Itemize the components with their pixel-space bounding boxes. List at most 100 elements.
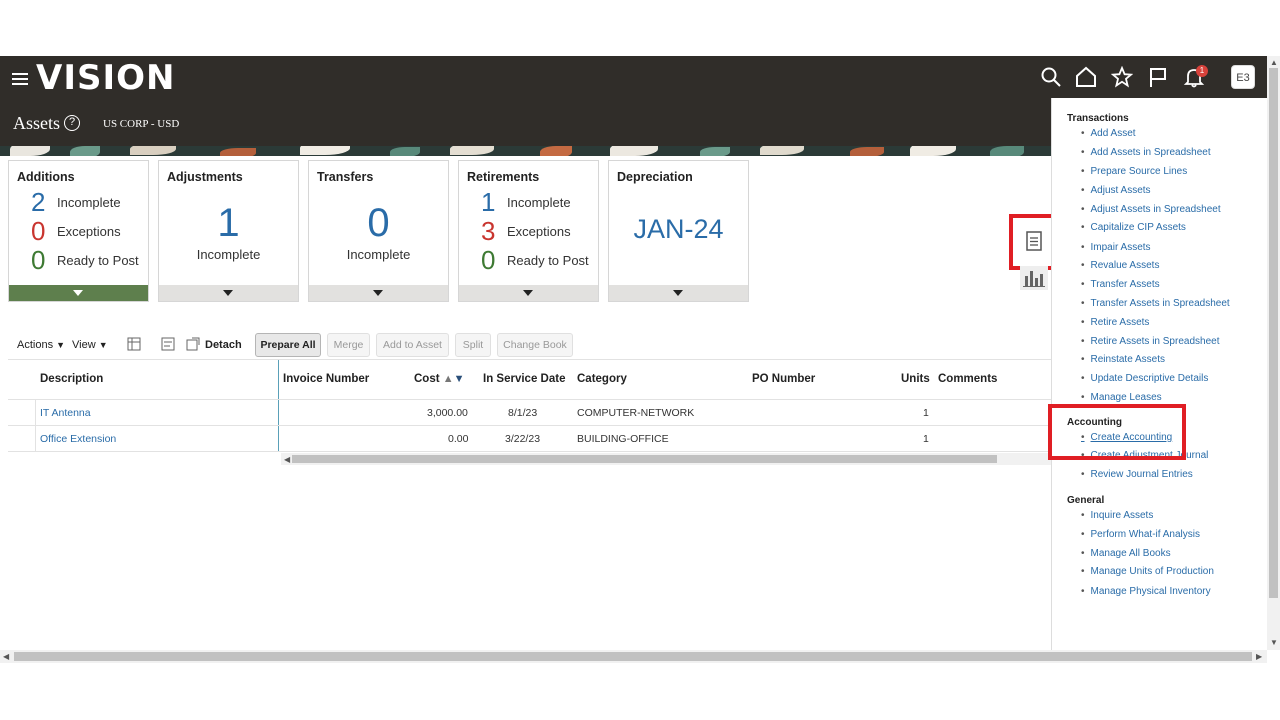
additions-incomplete-label[interactable]: Incomplete bbox=[57, 195, 121, 210]
prepare-all-button[interactable]: Prepare All bbox=[255, 333, 321, 357]
freeze-columns-icon[interactable] bbox=[127, 337, 141, 351]
general-section-title: General bbox=[1067, 495, 1105, 506]
user-avatar[interactable]: E3 bbox=[1231, 65, 1255, 89]
row-1-description-link[interactable]: IT Antenna bbox=[40, 407, 91, 419]
scroll-left-arrow-icon[interactable]: ◀ bbox=[3, 652, 9, 661]
task-link-manage-physical-inventory[interactable]: Manage Physical Inventory bbox=[1081, 586, 1211, 597]
column-header-category[interactable]: Category bbox=[577, 373, 627, 385]
column-header-invoice-number[interactable]: Invoice Number bbox=[283, 373, 369, 385]
table-scrollbar-thumb[interactable] bbox=[292, 455, 997, 463]
task-link-impair-assets[interactable]: Impair Assets bbox=[1081, 242, 1151, 253]
sort-descending-icon[interactable]: ▼ bbox=[454, 373, 465, 385]
task-link-prepare-source-lines[interactable]: Prepare Source Lines bbox=[1081, 166, 1188, 177]
decorative-banner bbox=[0, 146, 1051, 156]
task-link-inquire-assets[interactable]: Inquire Assets bbox=[1081, 510, 1154, 521]
scroll-down-arrow-icon[interactable]: ▼ bbox=[1270, 638, 1278, 647]
analytics-chart-icon[interactable] bbox=[1020, 266, 1048, 290]
watchlist-flag-icon[interactable] bbox=[1147, 66, 1169, 88]
row-1-category: COMPUTER-NETWORK bbox=[577, 407, 695, 419]
scroll-right-arrow-icon[interactable]: ▶ bbox=[1256, 652, 1262, 661]
detach-button[interactable]: Detach bbox=[205, 339, 242, 351]
depreciation-period[interactable]: JAN-24 bbox=[609, 214, 748, 245]
row-2-description-link[interactable]: Office Extension bbox=[40, 433, 116, 445]
task-link-reinstate-assets[interactable]: Reinstate Assets bbox=[1081, 354, 1165, 365]
row-2-category: BUILDING-OFFICE bbox=[577, 433, 669, 445]
retirements-ready-count[interactable]: 0 bbox=[481, 245, 495, 276]
chevron-down-icon bbox=[673, 290, 683, 296]
task-link-manage-leases[interactable]: Manage Leases bbox=[1081, 392, 1162, 403]
task-link-capitalize-cip[interactable]: Capitalize CIP Assets bbox=[1081, 222, 1186, 233]
wrap-icon[interactable] bbox=[161, 337, 175, 351]
search-icon[interactable] bbox=[1040, 66, 1062, 88]
task-link-manage-all-books[interactable]: Manage All Books bbox=[1081, 548, 1171, 559]
card-title: Retirements bbox=[467, 170, 540, 184]
additions-exceptions-label[interactable]: Exceptions bbox=[57, 224, 121, 239]
task-link-add-assets-spreadsheet[interactable]: Add Assets in Spreadsheet bbox=[1081, 147, 1211, 158]
column-header-po-number[interactable]: PO Number bbox=[752, 373, 815, 385]
card-expand-toggle[interactable] bbox=[159, 285, 298, 301]
hamburger-menu-icon[interactable] bbox=[10, 70, 30, 86]
scroll-up-arrow-icon[interactable]: ▲ bbox=[1270, 58, 1278, 67]
cost-label: Cost bbox=[414, 373, 440, 385]
card-expand-toggle[interactable] bbox=[459, 285, 598, 301]
card-expand-toggle[interactable] bbox=[609, 285, 748, 301]
chevron-down-icon bbox=[373, 290, 383, 296]
retirements-exceptions-label[interactable]: Exceptions bbox=[507, 224, 571, 239]
vision-logo[interactable]: vision bbox=[36, 58, 175, 98]
depreciation-card[interactable]: Depreciation JAN-24 bbox=[608, 160, 749, 302]
additions-ready-label[interactable]: Ready to Post bbox=[57, 253, 139, 268]
transfers-incomplete-count[interactable]: 0 bbox=[309, 201, 448, 246]
add-to-asset-button[interactable]: Add to Asset bbox=[376, 333, 449, 357]
task-link-retire-assets[interactable]: Retire Assets bbox=[1081, 317, 1150, 328]
additions-ready-count[interactable]: 0 bbox=[31, 245, 45, 276]
table-top-border bbox=[8, 359, 1051, 360]
retirements-card[interactable]: Retirements 1 Incomplete 3 Exceptions 0 … bbox=[458, 160, 599, 302]
view-menu[interactable]: View ▼ bbox=[72, 339, 108, 351]
task-link-adjust-assets-spreadsheet[interactable]: Adjust Assets in Spreadsheet bbox=[1081, 204, 1221, 215]
column-header-description[interactable]: Description bbox=[40, 373, 103, 385]
card-expand-toggle[interactable] bbox=[9, 285, 148, 301]
view-label: View bbox=[72, 339, 96, 351]
merge-button[interactable]: Merge bbox=[327, 333, 370, 357]
task-link-revalue-assets[interactable]: Revalue Assets bbox=[1081, 260, 1160, 271]
column-header-in-service-date[interactable]: In Service Date bbox=[483, 373, 565, 385]
task-link-transfer-assets[interactable]: Transfer Assets bbox=[1081, 279, 1160, 290]
task-link-manage-units-of-production[interactable]: Manage Units of Production bbox=[1081, 566, 1214, 577]
additions-incomplete-count[interactable]: 2 bbox=[31, 187, 45, 218]
transfers-card[interactable]: Transfers 0 Incomplete bbox=[308, 160, 449, 302]
adjustments-incomplete-count[interactable]: 1 bbox=[159, 201, 298, 246]
task-link-what-if-analysis[interactable]: Perform What-if Analysis bbox=[1081, 529, 1200, 540]
help-icon[interactable]: ? bbox=[64, 115, 80, 131]
detach-icon[interactable] bbox=[186, 337, 200, 351]
home-icon[interactable] bbox=[1075, 66, 1097, 88]
chevron-down-icon bbox=[223, 290, 233, 296]
additions-card[interactable]: Additions 2 Incomplete 0 Exceptions 0 Re… bbox=[8, 160, 149, 302]
retirements-ready-label[interactable]: Ready to Post bbox=[507, 253, 589, 268]
column-header-cost[interactable]: Cost ▲▼ bbox=[414, 373, 465, 385]
scroll-left-arrow-icon[interactable]: ◀ bbox=[284, 455, 290, 464]
actions-menu[interactable]: Actions ▼ bbox=[17, 339, 65, 351]
task-link-add-asset[interactable]: Add Asset bbox=[1081, 128, 1136, 139]
column-header-comments[interactable]: Comments bbox=[938, 373, 997, 385]
task-link-transfer-assets-spreadsheet[interactable]: Transfer Assets in Spreadsheet bbox=[1081, 298, 1230, 309]
retirements-incomplete-count[interactable]: 1 bbox=[481, 187, 495, 218]
change-book-button[interactable]: Change Book bbox=[497, 333, 573, 357]
task-link-review-journal-entries[interactable]: Review Journal Entries bbox=[1081, 469, 1193, 480]
card-title: Depreciation bbox=[617, 170, 693, 184]
vertical-scrollbar-thumb[interactable] bbox=[1269, 68, 1278, 598]
sort-ascending-icon[interactable]: ▲ bbox=[443, 373, 454, 385]
retirements-exceptions-count[interactable]: 3 bbox=[481, 216, 495, 247]
row-1-cost: 3,000.00 bbox=[427, 407, 468, 419]
card-expand-toggle[interactable] bbox=[309, 285, 448, 301]
split-button[interactable]: Split bbox=[455, 333, 491, 357]
task-link-adjust-assets[interactable]: Adjust Assets bbox=[1081, 185, 1151, 196]
adjustments-card[interactable]: Adjustments 1 Incomplete bbox=[158, 160, 299, 302]
task-link-update-descriptive-details[interactable]: Update Descriptive Details bbox=[1081, 373, 1209, 384]
column-header-units[interactable]: Units bbox=[901, 373, 930, 385]
horizontal-scrollbar-thumb[interactable] bbox=[14, 652, 1252, 661]
additions-exceptions-count[interactable]: 0 bbox=[31, 216, 45, 247]
task-link-retire-assets-spreadsheet[interactable]: Retire Assets in Spreadsheet bbox=[1081, 336, 1220, 347]
retirements-incomplete-label[interactable]: Incomplete bbox=[507, 195, 571, 210]
favorites-star-icon[interactable] bbox=[1111, 66, 1133, 88]
transactions-section-title: Transactions bbox=[1067, 113, 1129, 124]
